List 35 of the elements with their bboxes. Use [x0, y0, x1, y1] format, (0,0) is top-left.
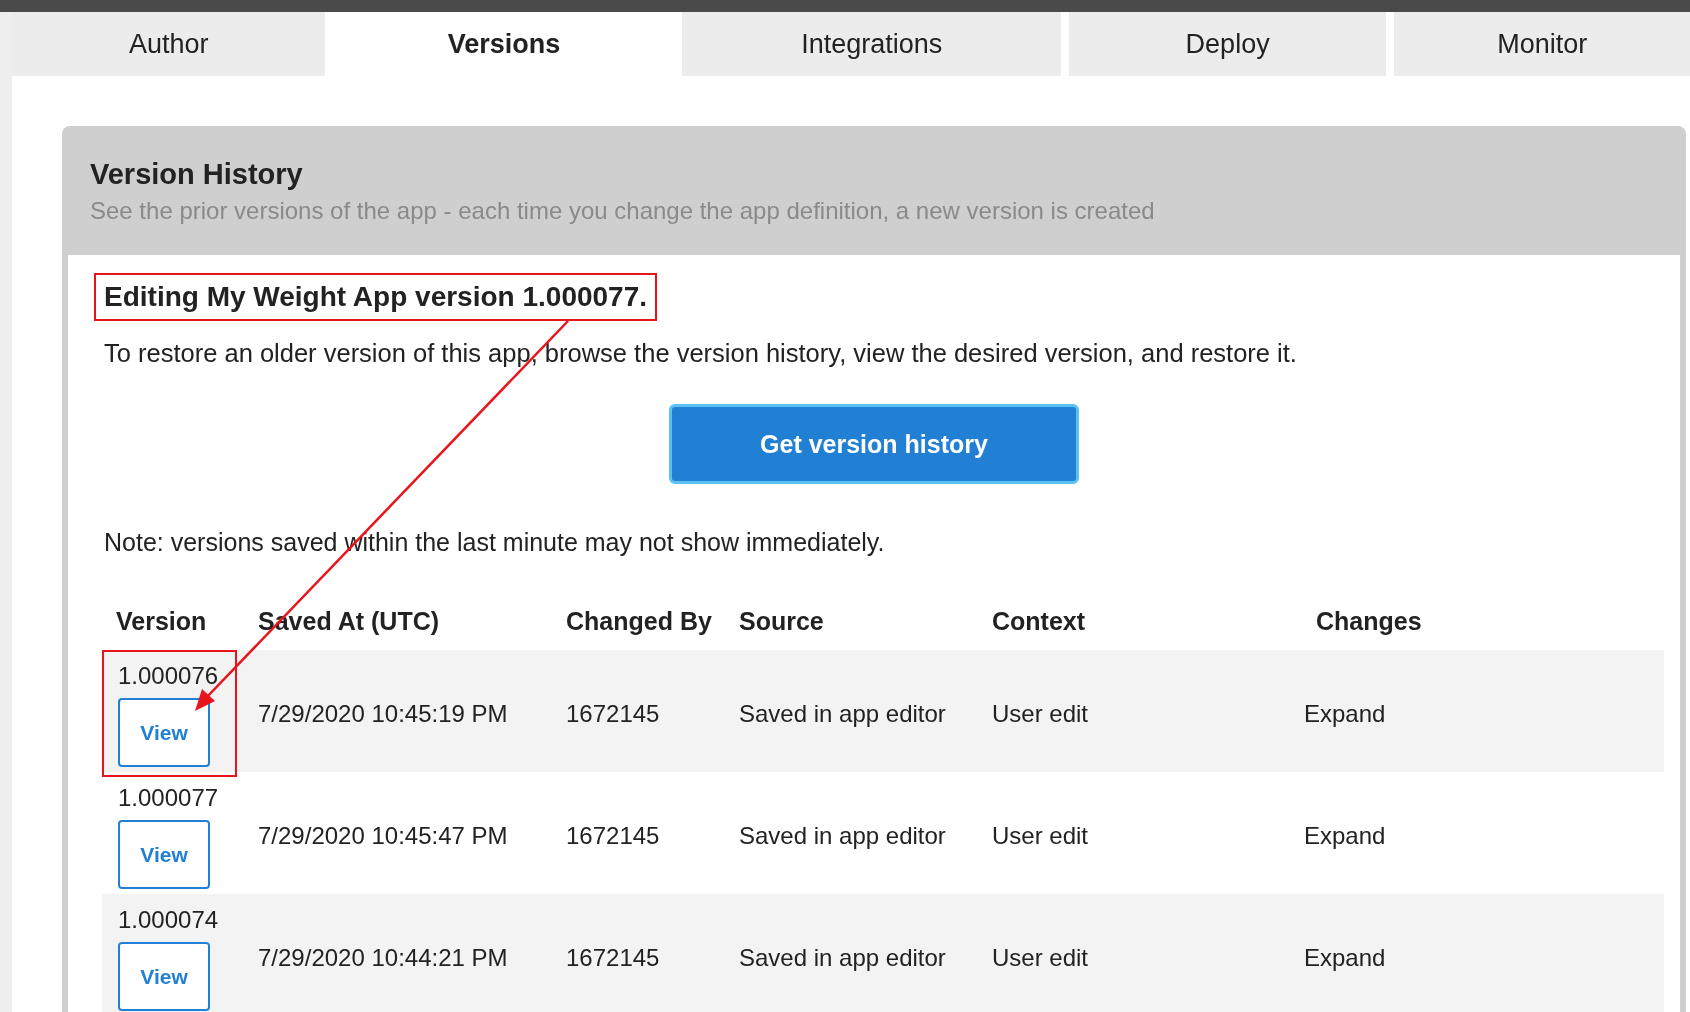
column-header: Changed By — [566, 607, 713, 636]
version-number: 1.000076 — [118, 662, 219, 690]
expand-link[interactable]: Expand — [1304, 943, 1386, 972]
column-header: Version — [116, 607, 208, 636]
editing-heading: Editing My Weight App version 1.000077. — [94, 273, 658, 321]
panel-subtitle: See the prior versions of the app - each time you change the app definition, a new version is created — [90, 197, 1156, 225]
tab[interactable]: Author — [12, 12, 326, 76]
table-cell-text: User edit — [992, 821, 1090, 850]
tab[interactable]: Integrations — [682, 12, 1061, 76]
version-number: 1.000074 — [118, 906, 219, 934]
table-cell-text: 7/29/2020 10:44:21 PM — [258, 943, 509, 972]
table-cell-text: Saved in app editor — [739, 821, 947, 850]
expand-link[interactable]: Expand — [1304, 821, 1386, 850]
panel-title: Version History — [90, 158, 304, 191]
tab[interactable]: Monitor — [1394, 12, 1690, 76]
view-button[interactable]: View — [118, 942, 210, 1011]
intro-text: To restore an older version of this app, browse the version history, view the desired version, and restore it. — [104, 339, 1298, 368]
table-cell-text: Saved in app editor — [739, 943, 947, 972]
tab[interactable]: Deploy — [1068, 12, 1387, 76]
table-cell-text: User edit — [992, 699, 1090, 728]
view-button[interactable]: View — [118, 820, 210, 889]
table-cell-text: Saved in app editor — [739, 699, 947, 728]
column-header: Source — [739, 607, 825, 636]
column-header: Context — [992, 607, 1087, 636]
table-cell-text: 1672145 — [566, 943, 661, 972]
expand-link[interactable]: Expand — [1304, 699, 1386, 728]
table-cell-text: 1672145 — [566, 821, 661, 850]
column-header: Changes — [1315, 607, 1423, 636]
get-version-history-button[interactable]: Get version history — [669, 404, 1079, 484]
table-cell-text: 7/29/2020 10:45:47 PM — [258, 821, 509, 850]
table-cell-text: 1672145 — [566, 699, 661, 728]
version-number: 1.000077 — [118, 784, 219, 812]
view-button[interactable]: View — [118, 698, 210, 767]
table-cell-text: 7/29/2020 10:45:19 PM — [258, 699, 509, 728]
table-cell-text: User edit — [992, 943, 1090, 972]
